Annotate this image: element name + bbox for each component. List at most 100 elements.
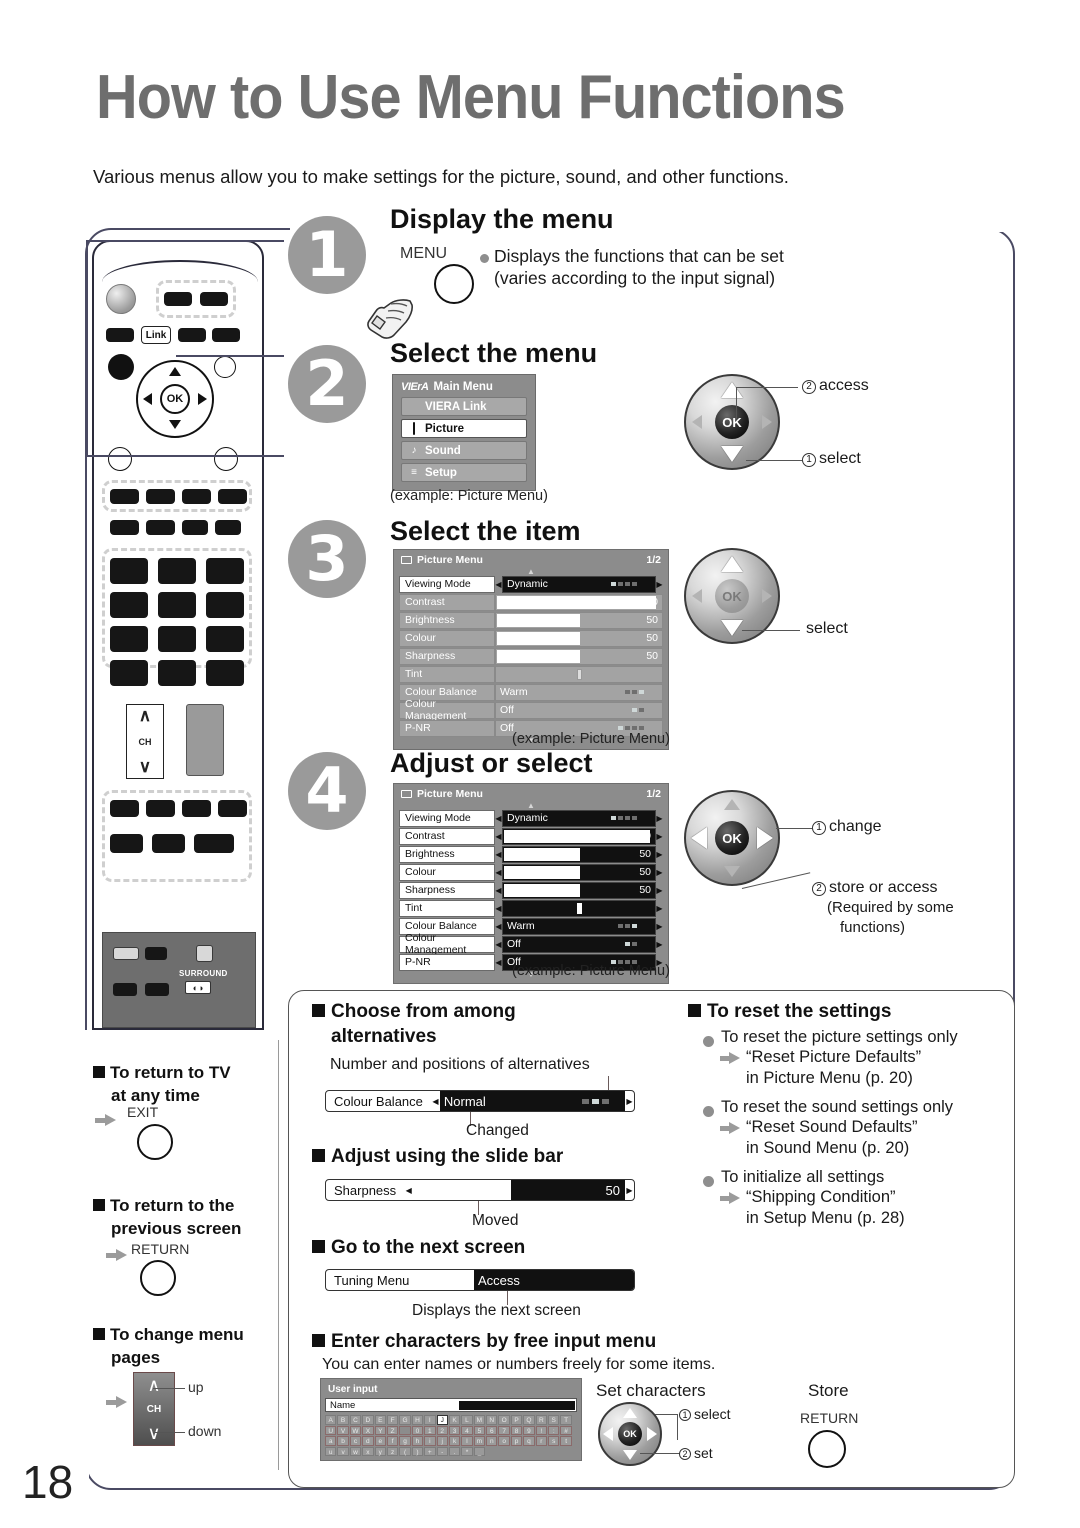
picture-menu-row[interactable]: Viewing Mode ◀ Dynamic ▶ [399,810,663,827]
down-arrow-icon[interactable] [721,620,743,636]
picture-menu-row[interactable]: Viewing Mode ◀ Dynamic ▶ [399,576,663,593]
keyboard-key[interactable]: 8 [510,1425,523,1435]
down-arrow-icon[interactable] [724,866,740,877]
picture-menu-row[interactable]: Tint [399,666,663,683]
keyboard-key[interactable]: c [349,1436,362,1446]
ok-button[interactable]: OK [715,579,749,613]
colour-balance-row[interactable]: Colour Balance ◀ Normal ▶ [325,1090,635,1112]
keyboard-key[interactable]: 7 [498,1425,510,1435]
picture-menu-row-value[interactable]: Dynamic [502,810,656,827]
user-input-name-field[interactable] [458,1399,576,1411]
keyboard-key[interactable]: P [510,1415,523,1425]
keyboard-key[interactable]: j [436,1436,448,1446]
picture-menu-row-value[interactable]: 50 [495,612,663,629]
ok-button[interactable]: OK [715,405,749,439]
left-caret-icon[interactable]: ◀ [495,954,502,971]
left-arrow-icon[interactable] [603,1427,613,1441]
right-caret-icon[interactable]: ▶ [656,864,663,881]
keyboard-key[interactable]: r [535,1436,548,1446]
exit-key-circle[interactable] [137,1124,173,1160]
keyboard-key[interactable]: C [349,1415,362,1425]
keyboard-key[interactable]: # [560,1425,572,1435]
keyboard-key[interactable]: h [411,1436,424,1446]
up-arrow-icon[interactable] [724,799,740,810]
picture-menu-row[interactable]: Sharpness 50 [399,648,663,665]
right-caret-icon[interactable]: ▶ [656,828,663,845]
up-arrow-icon[interactable] [721,556,743,572]
left-caret-icon[interactable]: ◀ [495,918,502,935]
right-caret-icon[interactable]: ▶ [625,1091,634,1111]
picture-menu-row[interactable]: Brightness ◀ 50 ▶ [399,846,663,863]
keyboard-key[interactable]: R [535,1415,548,1425]
keyboard-key[interactable]: J [436,1415,448,1425]
keyboard-key[interactable]: * [461,1446,473,1456]
picture-menu-row-value[interactable]: 50 [502,846,656,863]
picture-menu-row-value[interactable]: Off [495,702,663,719]
picture-menu-row[interactable]: Contrast 100 [399,594,663,611]
scroll-up-icon[interactable]: ▲ [399,802,663,810]
left-caret-icon[interactable]: ◀ [431,1091,440,1111]
picture-menu-row-value[interactable]: 50 [495,630,663,647]
picture-menu-row-value[interactable]: 50 [502,864,656,881]
keyboard-key[interactable]: W [349,1425,362,1435]
right-caret-icon[interactable]: ▶ [656,810,663,827]
keyboard-key[interactable]: b [337,1436,349,1446]
keyboard-key[interactable]: I [424,1415,436,1425]
keyboard-key[interactable]: y [374,1446,386,1456]
left-caret-icon[interactable]: ◀ [495,576,502,593]
keyboard-key[interactable]: Z [386,1425,399,1435]
keyboard-key[interactable]: O [498,1415,510,1425]
keyboard-key[interactable]: w [349,1446,362,1456]
keyboard-key[interactable]: 0 [411,1425,424,1435]
keyboard-key[interactable]: p [510,1436,523,1446]
ok-button[interactable]: OK [715,821,749,855]
picture-menu-row[interactable]: Colour Management Off [399,698,663,722]
picture-menu-row[interactable]: Sharpness ◀ 50 ▶ [399,882,663,899]
keyboard-key[interactable]: s [548,1436,560,1446]
picture-menu-row-value[interactable] [502,900,656,917]
slider-knob[interactable] [577,669,582,680]
left-caret-icon[interactable]: ◀ [495,810,502,827]
keyboard-key[interactable]: e [374,1436,386,1446]
left-caret-icon[interactable]: ◀ [495,828,502,845]
keyboard-key[interactable]: x [362,1446,374,1456]
right-caret-icon[interactable]: ▶ [656,900,663,917]
picture-menu-row-value[interactable]: Warm [495,684,663,701]
keyboard-key[interactable]: q [523,1436,535,1446]
right-arrow-icon[interactable] [762,415,772,429]
picture-menu-row-value[interactable]: Off [502,936,656,953]
chevron-up-icon[interactable]: ∧ [147,1376,160,1394]
main-menu-item-sound[interactable]: ♪ Sound [401,441,527,460]
picture-menu-row[interactable]: Tint ◀ ▶ [399,900,663,917]
keyboard-key[interactable]: z [386,1446,399,1456]
picture-menu-row-value[interactable]: 100 [495,594,663,611]
keyboard-key[interactable]: A [325,1415,337,1425]
main-menu-item-picture[interactable]: Picture [401,419,527,438]
main-menu-item-setup[interactable]: ≡ Setup [401,463,527,482]
store-return-key-circle[interactable] [808,1430,846,1468]
left-arrow-icon[interactable] [692,415,702,429]
keyboard-key[interactable]: u [325,1446,337,1456]
left-caret-icon[interactable]: ◀ [495,882,502,899]
right-arrow-icon[interactable] [762,589,772,603]
left-caret-icon[interactable]: ◀ [495,900,502,917]
picture-menu-row-value[interactable]: 50 [502,882,656,899]
keyboard-key[interactable]: E [374,1415,386,1425]
keyboard-key[interactable]: f [386,1436,399,1446]
right-caret-icon[interactable]: ▶ [656,576,663,593]
keyboard-key[interactable]: T [560,1415,572,1425]
right-caret-icon[interactable]: ▶ [656,936,663,953]
picture-menu-row[interactable]: Colour 50 [399,630,663,647]
keyboard-key[interactable]: L [461,1415,473,1425]
keyboard-key[interactable]: 4 [461,1425,473,1435]
keyboard-key[interactable]: G [399,1415,411,1425]
keyboard-key[interactable]: n [486,1436,498,1446]
nav-wheel-step2[interactable]: OK [684,374,780,470]
keyboard-key[interactable]: X [362,1425,374,1435]
keyboard-key[interactable]: ) [411,1446,424,1456]
picture-menu-row[interactable]: Colour ◀ 50 ▶ [399,864,663,881]
ok-button[interactable]: OK [618,1422,642,1446]
keyboard-key[interactable]: m [473,1436,486,1446]
keyboard-key[interactable]: 9 [523,1425,535,1435]
left-caret-icon[interactable]: ◀ [495,846,502,863]
